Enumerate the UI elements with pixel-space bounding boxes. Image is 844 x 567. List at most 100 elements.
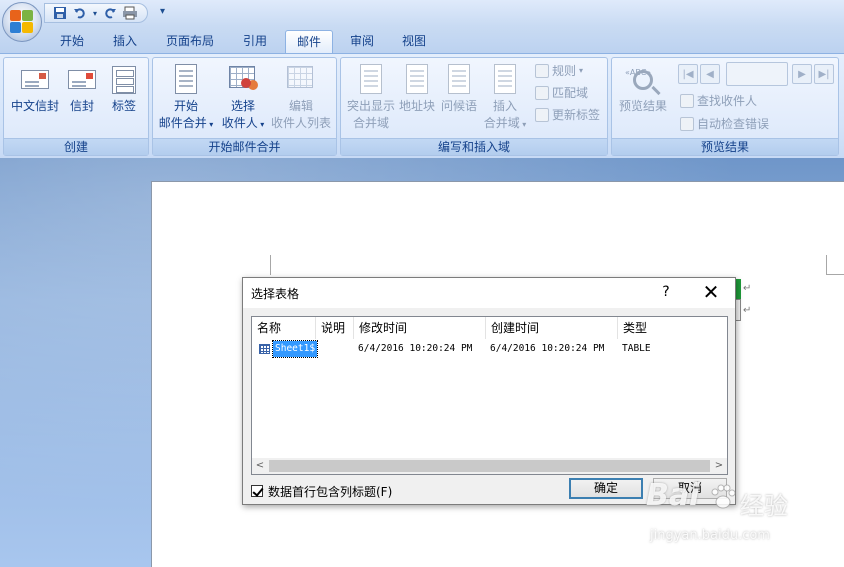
scrollbar-thumb[interactable] (269, 460, 710, 472)
select-table-dialog: 选择表格 ? ✕ 名称 说明 修改时间 创建时间 类型 Sheet1$ 6/4/… (242, 277, 736, 505)
undo-icon[interactable] (71, 5, 89, 21)
match-fields-label: 匹配域 (552, 86, 589, 100)
labels-button[interactable]: 标签 (104, 60, 144, 115)
envelope-icon (19, 64, 51, 94)
tab-insert[interactable]: 插入 (103, 30, 147, 53)
dialog-title-bar[interactable]: 选择表格 ? ✕ (243, 278, 735, 308)
scroll-right-icon[interactable]: > (711, 458, 727, 474)
first-record-icon[interactable]: |◀ (678, 64, 698, 84)
first-row-header-option[interactable]: 数据首行包含列标题(F) (251, 483, 392, 499)
tab-references[interactable]: 引用 (233, 30, 277, 53)
table-row[interactable]: Sheet1$ 6/4/2016 10:20:24 PM 6/4/2016 10… (252, 340, 727, 358)
watermark-url: jingyan.baidu.com (650, 528, 770, 543)
column-header-created[interactable]: 创建时间 (486, 317, 618, 339)
chinese-envelopes-button[interactable]: 中文信封 (8, 60, 62, 115)
margin-mark (270, 255, 271, 275)
last-record-icon[interactable]: ▶| (814, 64, 834, 84)
rules-button[interactable]: 规则 ▾ (535, 62, 583, 80)
rules-label: 规则 (552, 64, 577, 78)
first-row-header-label: 数据首行包含列标题(F) (268, 484, 393, 499)
match-fields-icon (535, 86, 549, 100)
edit-recipient-list-label-1: 编辑 (288, 99, 313, 113)
highlight-merge-fields-button[interactable]: 突出显示 合并域 (343, 60, 399, 132)
group-preview-results: «ABC» 预览结果 |◀ ◀ ▶ ▶| 查找收件人 自动检查错误 预览结果 (611, 57, 839, 156)
group-write-insert-fields: 突出显示 合并域 地址块 问候语 插入 合并域 ▾ 规则 ▾ 匹配域 更新标签 编… (340, 57, 608, 156)
column-header-name[interactable]: 名称 (252, 317, 316, 339)
redo-icon[interactable] (101, 5, 119, 21)
column-header-modified[interactable]: 修改时间 (354, 317, 486, 339)
table-created-cell: 6/4/2016 10:20:24 PM (490, 343, 605, 354)
horizontal-scrollbar[interactable]: < > (252, 458, 727, 474)
tab-mailings[interactable]: 邮件 (285, 30, 333, 53)
close-icon[interactable]: ✕ (701, 281, 721, 303)
table-name-cell[interactable]: Sheet1$ (271, 340, 319, 358)
magnifier-icon: «ABC» (625, 64, 659, 94)
baidu-watermark: Bai 经验 jingyan.baidu.com (646, 478, 806, 558)
quick-access-toolbar: ▾ (44, 3, 148, 23)
address-block-button[interactable]: 地址块 (397, 60, 437, 115)
previous-record-icon[interactable]: ◀ (700, 64, 720, 84)
start-mail-merge-button[interactable]: 开始 邮件合并 ▾ (155, 60, 217, 133)
labels-label: 标签 (111, 99, 136, 113)
group-write-insert-fields-label: 编写和插入域 (341, 138, 607, 155)
labels-icon (108, 64, 140, 94)
auto-check-errors-label: 自动检查错误 (697, 117, 770, 131)
insert-merge-field-button[interactable]: 插入 合并域 ▾ (481, 60, 529, 133)
highlight-fields-icon (355, 64, 387, 94)
paragraph-mark: ↵ (743, 283, 752, 294)
office-button[interactable] (2, 2, 42, 42)
select-recipients-button[interactable]: 选择 收件人 ▾ (217, 60, 269, 133)
ribbon-tabs: 开始 插入 页面布局 引用 邮件 审阅 视图 (0, 26, 844, 53)
match-fields-button[interactable]: 匹配域 (535, 84, 588, 102)
customize-qat-icon[interactable]: ▾ (160, 6, 165, 17)
highlight-merge-fields-label-1: 突出显示 (346, 99, 395, 113)
paragraph-mark: ↵ (743, 305, 752, 316)
rules-icon (535, 64, 549, 78)
chinese-envelopes-label: 中文信封 (10, 99, 59, 113)
first-row-header-checkbox[interactable] (251, 485, 263, 497)
greeting-line-label: 问候语 (440, 99, 477, 113)
dialog-title: 选择表格 (251, 287, 300, 301)
print-preview-icon[interactable] (121, 5, 139, 21)
watermark-brand-cn: 经验 (740, 492, 788, 520)
column-header-description[interactable]: 说明 (316, 317, 354, 339)
find-recipient-button[interactable]: 查找收件人 (680, 92, 757, 110)
highlight-merge-fields-label-2: 合并域 (352, 116, 389, 130)
update-labels-button[interactable]: 更新标签 (535, 106, 600, 124)
update-labels-icon (535, 108, 549, 122)
greeting-line-icon (443, 64, 475, 94)
tab-page-layout[interactable]: 页面布局 (156, 30, 224, 53)
auto-check-errors-button[interactable]: 自动检查错误 (680, 115, 769, 133)
select-recipients-label-1: 选择 (230, 99, 255, 113)
envelope-icon (66, 64, 98, 94)
help-button[interactable]: ? (659, 284, 673, 300)
tab-home[interactable]: 开始 (50, 30, 94, 53)
select-recipients-label-2: 收件人 (221, 116, 258, 130)
next-record-icon[interactable]: ▶ (792, 64, 812, 84)
find-recipient-icon (680, 94, 694, 108)
tab-view[interactable]: 视图 (392, 30, 436, 53)
find-recipient-label: 查找收件人 (697, 94, 758, 108)
update-labels-label: 更新标签 (552, 108, 601, 122)
envelopes-button[interactable]: 信封 (64, 60, 100, 115)
ok-button[interactable]: 确定 (569, 478, 643, 499)
insert-merge-field-label-1: 插入 (492, 99, 517, 113)
tab-review[interactable]: 审阅 (340, 30, 384, 53)
preview-results-button[interactable]: «ABC» 预览结果 (614, 60, 672, 115)
insert-merge-field-label-2: 合并域 (483, 116, 520, 130)
insert-merge-field-icon (489, 64, 521, 94)
save-icon[interactable] (51, 5, 69, 21)
start-mail-merge-label-2: 邮件合并 (158, 116, 207, 130)
preview-results-label: 预览结果 (618, 99, 667, 113)
record-number-input[interactable] (726, 62, 788, 86)
scroll-left-icon[interactable]: < (252, 458, 268, 474)
undo-dropdown-icon[interactable]: ▾ (91, 5, 99, 21)
auto-check-errors-icon (680, 117, 694, 131)
group-start-mail-merge: 开始 邮件合并 ▾ 选择 收件人 ▾ 编辑 收件人列表 开始邮件合并 (152, 57, 337, 156)
table-list[interactable]: 名称 说明 修改时间 创建时间 类型 Sheet1$ 6/4/2016 10:2… (251, 316, 728, 475)
address-block-label: 地址块 (398, 99, 435, 113)
column-header-type[interactable]: 类型 (618, 317, 727, 339)
edit-recipient-list-button[interactable]: 编辑 收件人列表 (269, 60, 333, 132)
greeting-line-button[interactable]: 问候语 (439, 60, 479, 115)
mail-merge-document-icon (170, 64, 202, 94)
